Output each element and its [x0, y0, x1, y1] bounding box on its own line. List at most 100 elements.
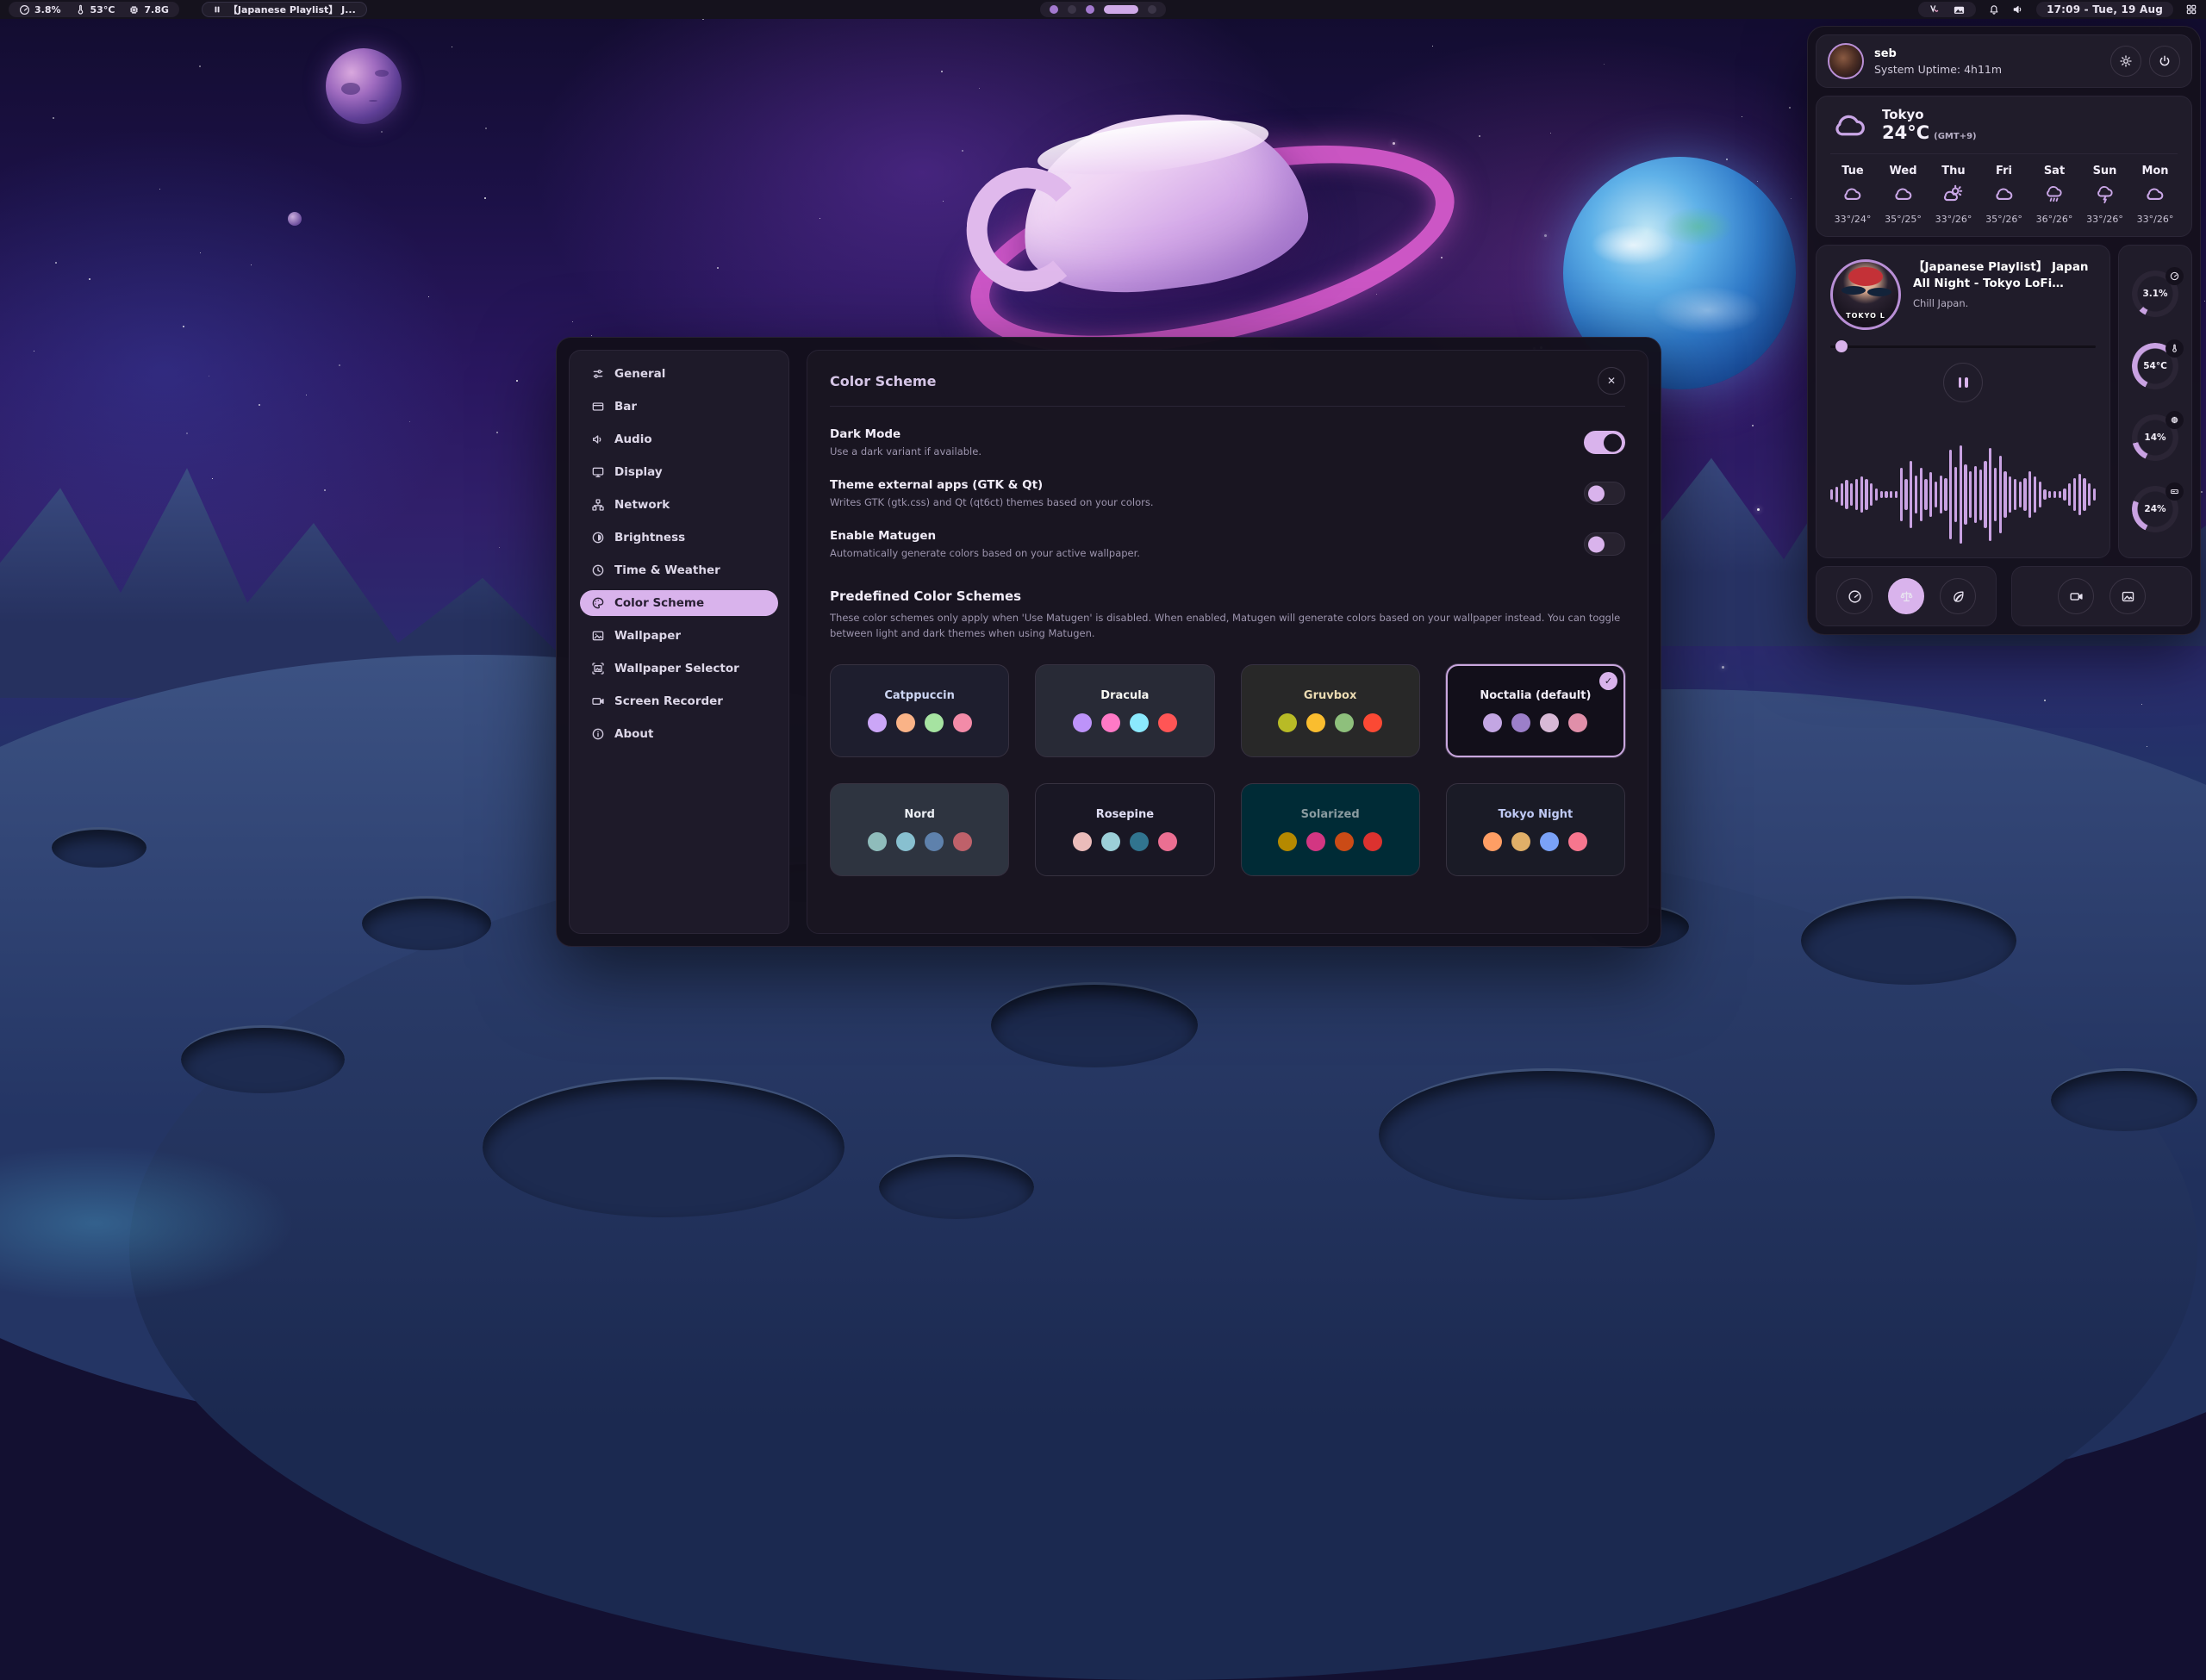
star	[1393, 142, 1395, 145]
workspace-dot-occupied[interactable]	[1086, 5, 1094, 14]
workspace-dot-empty[interactable]	[1148, 5, 1156, 14]
color-dot	[1540, 713, 1559, 732]
cloud-icon	[2144, 184, 2166, 207]
weather-temp: 24°C	[1882, 122, 1929, 143]
wallpaper-button[interactable]	[2109, 578, 2146, 614]
sidebar-item-brightness[interactable]: Brightness	[580, 525, 778, 551]
media-player-pill[interactable]: 【Japanese Playlist】 J...	[202, 2, 367, 17]
sidebar-item-general[interactable]: General	[580, 361, 778, 387]
app-grid-icon[interactable]	[2185, 3, 2197, 16]
scheme-card-nord[interactable]: Nord ✓	[830, 783, 1009, 876]
star	[1722, 666, 1724, 669]
star	[1604, 64, 1605, 65]
visualizer-bar	[1900, 468, 1903, 520]
section-title: Predefined Color Schemes	[830, 588, 1625, 604]
balanced-profile-button[interactable]	[1888, 578, 1924, 614]
matugen-toggle[interactable]	[1584, 532, 1625, 556]
star	[1550, 133, 1551, 134]
visualizer-bar	[1830, 489, 1833, 500]
visualizer-bar	[2063, 488, 2066, 501]
close-button[interactable]: ✕	[1598, 367, 1625, 395]
theme-external-toggle[interactable]	[1584, 482, 1625, 505]
sidebar-item-wallpaper-selector[interactable]: Wallpaper Selector	[580, 656, 778, 681]
scheme-dots	[868, 713, 972, 732]
toggle-knob	[1588, 536, 1605, 552]
scheme-name: Solarized	[1301, 808, 1360, 821]
visualizer-bar	[1924, 479, 1927, 509]
wallpaper-tray-icon[interactable]	[1953, 3, 1966, 16]
bell-icon[interactable]	[1988, 3, 2000, 16]
workspace-dot-focused[interactable]	[1104, 5, 1138, 14]
scheme-card-gruvbox[interactable]: Gruvbox ✓	[1241, 664, 1420, 757]
visualizer-bar	[1969, 471, 1972, 518]
visualizer-bar	[1960, 445, 1962, 544]
sidebar-label: General	[614, 367, 665, 381]
power-button[interactable]	[2149, 46, 2180, 77]
scheme-name: Catppuccin	[884, 689, 955, 702]
user-name: seb	[1874, 47, 2002, 60]
color-dot	[1483, 713, 1502, 732]
star	[572, 321, 573, 322]
sidebar-item-network[interactable]: Network	[580, 492, 778, 518]
scheme-card-solarized[interactable]: Solarized ✓	[1241, 783, 1420, 876]
weather-city-temp: Tokyo 24°C (GMT+9)	[1882, 108, 1977, 143]
sidebar-label: Bar	[614, 400, 637, 414]
day-name: Tue	[1841, 165, 1864, 177]
color-dot	[1073, 832, 1092, 851]
close-icon: ✕	[1607, 375, 1616, 387]
cloud-icon	[1892, 184, 1915, 207]
tray-app-icon[interactable]	[1929, 3, 1941, 16]
thermometer-icon	[75, 4, 86, 16]
color-dot	[1568, 832, 1587, 851]
gauge-icon	[1848, 589, 1862, 604]
sidebar-item-wallpaper[interactable]: Wallpaper	[580, 623, 778, 649]
sidebar-item-audio[interactable]: Audio	[580, 426, 778, 452]
scheme-card-noctalia[interactable]: Noctalia (default) ✓	[1446, 664, 1625, 757]
star	[1441, 257, 1443, 258]
workspace-dot-occupied[interactable]	[1050, 5, 1058, 14]
dark-mode-toggle[interactable]	[1584, 431, 1625, 454]
settings-button[interactable]	[2110, 46, 2141, 77]
sidebar-item-bar[interactable]: Bar	[580, 394, 778, 420]
powersaver-profile-button[interactable]	[1940, 578, 1976, 614]
media-progress-bar[interactable]	[1830, 340, 2096, 352]
system-gauges-card: 3.1% 54°C 14% 24%	[2118, 245, 2192, 558]
star	[2201, 491, 2203, 493]
top-bar-right: 17:09 - Tue, 19 Aug	[1918, 2, 2197, 17]
visualizer-bar	[1954, 467, 1957, 523]
sidebar-item-color-scheme[interactable]: Color Scheme	[580, 590, 778, 616]
progress-knob[interactable]	[1835, 340, 1848, 352]
crater	[483, 1077, 844, 1217]
play-pause-button[interactable]	[1943, 363, 1983, 402]
sidebar-label: Time & Weather	[614, 563, 720, 577]
star	[251, 264, 252, 265]
scheme-card-catppuccin[interactable]: Catppuccin ✓	[830, 664, 1009, 757]
star	[2044, 700, 2046, 701]
color-dot	[1306, 832, 1325, 851]
sidebar-item-time-weather[interactable]: Time & Weather	[580, 557, 778, 583]
main-header: Color Scheme ✕	[830, 364, 1625, 397]
forecast-day: Sun 33°/26°	[2083, 165, 2128, 225]
panel-bottom-row	[1816, 566, 2192, 626]
color-scheme-grid: Catppuccin ✓ Dracula ✓	[830, 664, 1625, 876]
setting-row-matugen: Enable Matugen Automatically generate co…	[830, 529, 1625, 559]
day-temps: 33°/26°	[1935, 214, 1972, 225]
clock-pill[interactable]: 17:09 - Tue, 19 Aug	[2036, 2, 2173, 17]
scheme-card-tokyo-night[interactable]: Tokyo Night ✓	[1446, 783, 1625, 876]
sidebar-item-screen-recorder[interactable]: Screen Recorder	[580, 688, 778, 714]
sidebar-item-display[interactable]: Display	[580, 459, 778, 485]
screen-recorder-button[interactable]	[2058, 578, 2094, 614]
sidebar-item-about[interactable]: About	[580, 721, 778, 747]
workspace-dot-empty[interactable]	[1068, 5, 1076, 14]
scheme-card-dracula[interactable]: Dracula ✓	[1035, 664, 1214, 757]
speaker-icon[interactable]	[2012, 3, 2024, 16]
scheme-card-rosepine[interactable]: Rosepine ✓	[1035, 783, 1214, 876]
visualizer-bar	[1890, 491, 1892, 497]
visualizer-bar	[1885, 491, 1887, 497]
temperature-gauge: 54°C	[2132, 343, 2178, 389]
performance-profile-button[interactable]	[1836, 578, 1873, 614]
star	[1726, 159, 1728, 160]
rain-icon	[2043, 184, 2066, 207]
memory-value: 7.8G	[144, 4, 169, 16]
color-dot	[1278, 713, 1297, 732]
